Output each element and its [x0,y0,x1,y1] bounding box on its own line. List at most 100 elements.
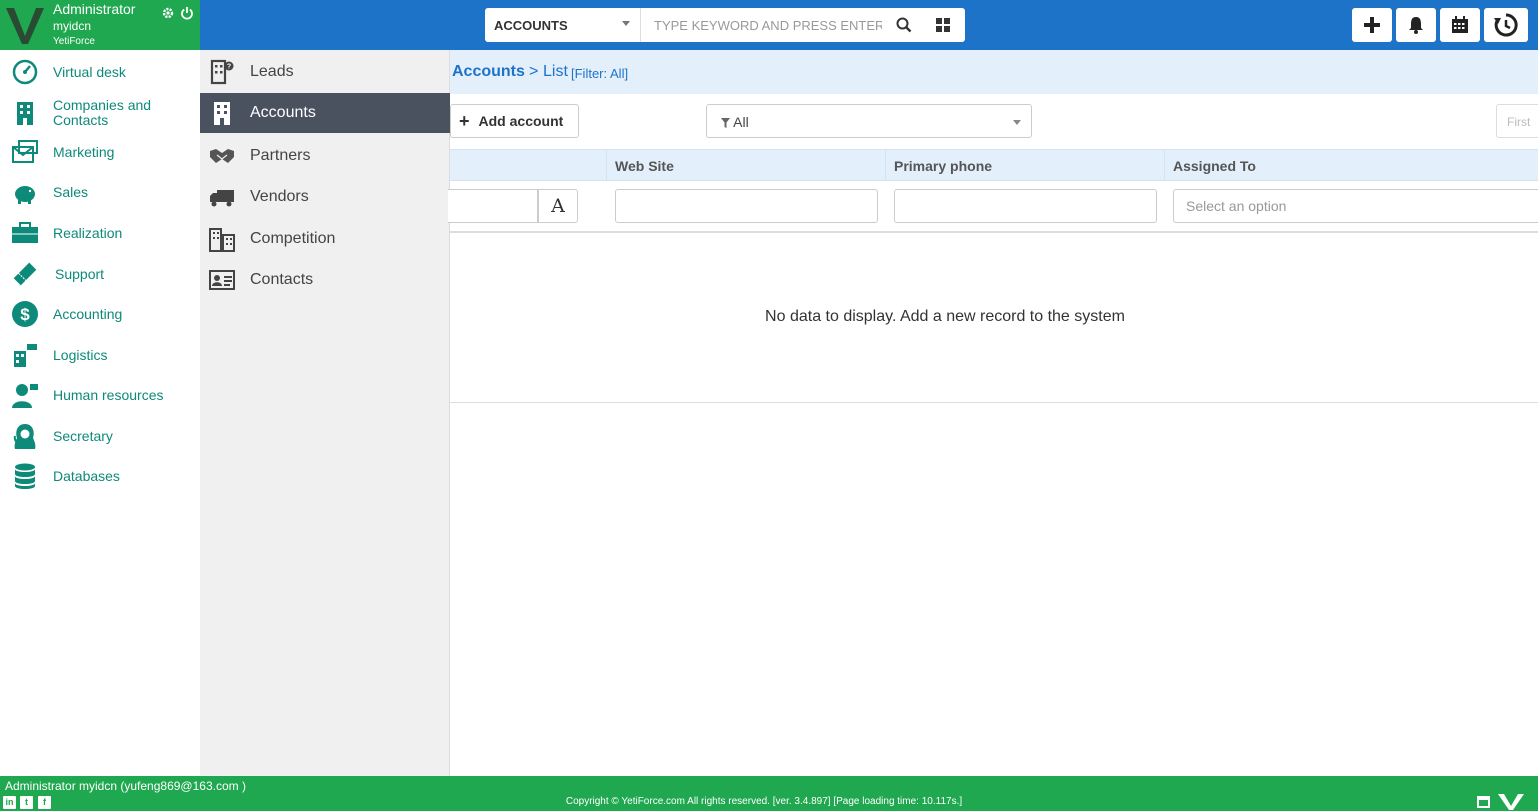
name-filter-input[interactable] [448,189,538,223]
person-icon [12,384,38,408]
calendar-button[interactable] [1440,8,1480,42]
menu-label: Logistics [53,346,108,363]
menu-label: Marketing [53,143,115,160]
menu-label: Companies and Contacts [53,97,152,128]
submenu-item-leads[interactable]: ? Leads [200,52,450,92]
window-icon[interactable] [1477,796,1490,808]
submenu-item-accounts[interactable]: Accounts [200,93,450,133]
logistics-icon [14,344,37,367]
submenu-label: Vendors [250,188,309,205]
breadcrumb-filter: [Filter: All] [571,66,629,81]
search-icon[interactable] [895,16,913,34]
calendar-icon [1452,16,1468,33]
menu-item-companies-contacts[interactable]: Companies and Contacts [0,97,200,129]
user-name: Administrator [53,1,136,17]
handshake-icon [210,149,234,163]
submenu-item-competition[interactable]: Competition [200,219,450,259]
web-site-filter-input[interactable] [615,189,878,223]
alphabet-search-button[interactable]: A [538,189,578,223]
menu-item-databases[interactable]: Databases [0,462,200,490]
menu-label: Secretary [53,427,113,444]
submenu-label: Leads [250,63,294,80]
menu-label: Virtual desk [53,63,126,80]
menu-item-accounting[interactable]: $ Accounting [0,300,200,328]
search-input[interactable] [642,8,882,42]
submenu-label: Accounts [250,104,316,121]
menu-item-human-resources[interactable]: Human resources [0,381,200,409]
user-org: YetiForce [53,36,95,47]
empty-list-message: No data to display. Add a new record to … [765,308,1125,325]
accounts-icon [214,102,230,125]
briefcase-icon [12,222,38,243]
breadcrumb: Accounts > List [Filter: All] [450,50,1538,94]
menu-item-marketing[interactable]: Marketing [0,138,200,166]
search-box: ACCOUNTS [485,8,965,42]
menu-label: Accounting [53,305,123,322]
menu-item-support[interactable]: Support [0,260,200,288]
menu-label: Realization [53,224,123,241]
menu-item-virtual-desk[interactable]: Virtual desk [0,58,200,86]
chevron-down-icon [1013,120,1021,125]
user-box: Administrator myidcn YetiForce [0,0,200,50]
power-icon[interactable] [180,6,194,20]
add-account-button[interactable]: + Add account [450,104,579,138]
database-icon [15,463,35,489]
search-module-label: ACCOUNTS [494,18,568,33]
filter-value: All [733,114,749,130]
submenu-item-contacts[interactable]: Contacts [200,260,450,300]
top-bar: ACCOUNTS [200,0,1538,50]
svg-text:$: $ [20,305,30,324]
speedometer-icon [12,59,38,85]
leads-icon: ? [210,59,234,85]
quick-create-button[interactable] [1352,8,1392,42]
yetiforce-logo-icon [6,8,44,44]
breadcrumb-view: List [543,63,568,80]
custom-view-filter-select[interactable]: All [706,104,1032,138]
breadcrumb-module-link[interactable]: Accounts [452,63,525,81]
search-module-select[interactable]: ACCOUNTS [485,8,641,42]
footer-copyright: Copyright © YetiForce.com All rights res… [565,796,963,807]
yetiforce-logo-icon [1498,794,1524,810]
add-account-label: Add account [478,113,564,129]
secretary-icon [13,424,36,449]
submenu-label: Contacts [250,271,314,288]
clock-history-icon [1494,13,1518,37]
submenu-item-partners[interactable]: Partners [200,136,450,176]
menu-item-sales[interactable]: Sales [0,178,200,206]
menu-item-secretary[interactable]: Secretary [0,422,200,450]
submenu-panel: ? Leads Accounts Partners Vendors Compet… [200,50,450,776]
dollar-icon: $ [12,301,38,327]
footer-user-info: Administrator myidcn (yufeng869@163.com … [5,779,246,793]
gear-icon[interactable] [161,6,175,20]
plus-icon: + [459,110,470,131]
column-header-web-site[interactable]: Web Site [606,150,886,180]
grid-icon[interactable] [935,17,951,33]
building-icon [17,102,33,125]
submenu-label: Partners [250,147,311,164]
piggy-bank-icon [15,186,35,204]
history-button[interactable] [1484,8,1528,42]
menu-item-logistics[interactable]: Logistics [0,341,200,369]
primary-phone-filter-input[interactable] [894,189,1157,223]
divider [450,402,1538,403]
column-header-assigned-to[interactable]: Assigned To [1164,150,1538,180]
menu-item-realization[interactable]: Realization [0,219,200,247]
bell-icon [1409,17,1423,34]
menu-label: Databases [53,467,120,484]
assigned-to-filter-select[interactable] [1173,189,1538,223]
competition-icon [209,228,235,252]
submenu-item-vendors[interactable]: Vendors [200,177,450,217]
footer: Administrator myidcn (yufeng869@163.com … [0,776,1538,811]
svg-text:?: ? [227,64,231,71]
ticket-icon [13,262,37,286]
filter-funnel-icon [721,118,730,128]
table-header: Web Site Primary phone Assigned To [450,149,1538,181]
plus-icon [1364,17,1380,33]
truck-icon [210,190,234,207]
search-filter-row [448,181,1538,233]
column-header-primary-phone[interactable]: Primary phone [885,150,1164,180]
user-login: myidcn [53,19,92,33]
first-page-button[interactable]: First [1496,104,1538,138]
notifications-button[interactable] [1396,8,1436,42]
main-menu-sidebar: Virtual desk Companies and Contacts Mark… [0,50,200,776]
